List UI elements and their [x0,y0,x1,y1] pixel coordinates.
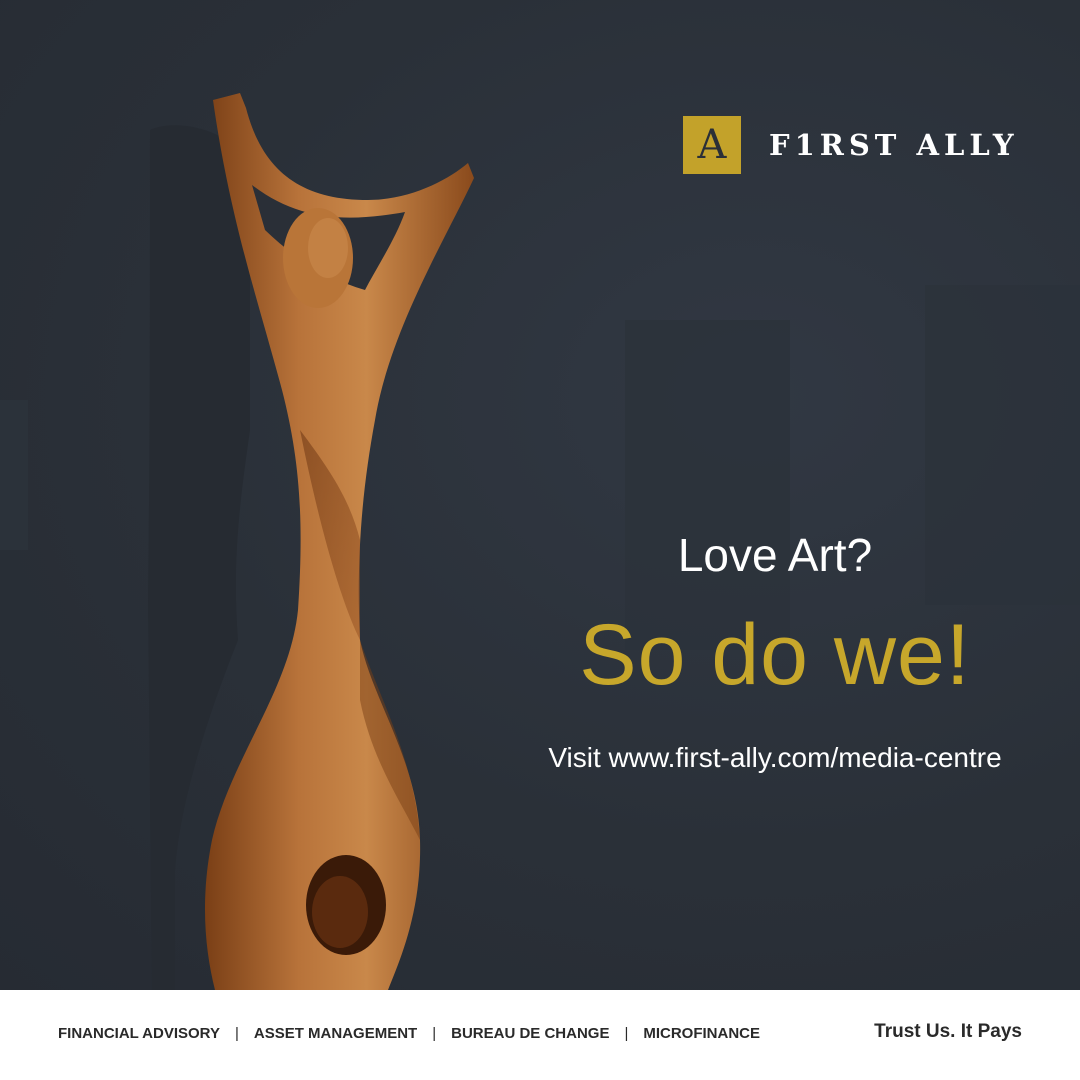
headline-answer: So do we! [579,607,971,703]
service-separator: | [624,1025,629,1042]
first-ally-monogram-icon: A [683,116,741,174]
headline-question: Love Art? [677,529,873,581]
service-item: MICROFINANCE [643,1025,761,1042]
visit-url-text: Visit www.first-ally.com/media-centre [548,742,1002,773]
service-item: FINANCIAL ADVISORY [58,1025,220,1042]
service-separator: | [234,1025,239,1042]
service-item: ASSET MANAGEMENT [253,1025,418,1042]
service-separator: | [432,1025,437,1042]
brand-name: F1RST ALLY [769,128,1019,162]
services-list: FINANCIAL ADVISORY | ASSET MANAGEMENT | … [58,1025,760,1042]
poster: A F1RST ALLY Love Art? So do we! Visit w… [0,0,1080,1080]
first-ally-logo: A F1RST ALLY [683,116,1019,174]
logo-glyph: A [697,122,727,168]
service-item: BUREAU DE CHANGE [451,1025,610,1042]
footer-bar: FINANCIAL ADVISORY | ASSET MANAGEMENT | … [0,990,1080,1080]
tagline: Trust Us. It Pays [874,1021,1022,1042]
